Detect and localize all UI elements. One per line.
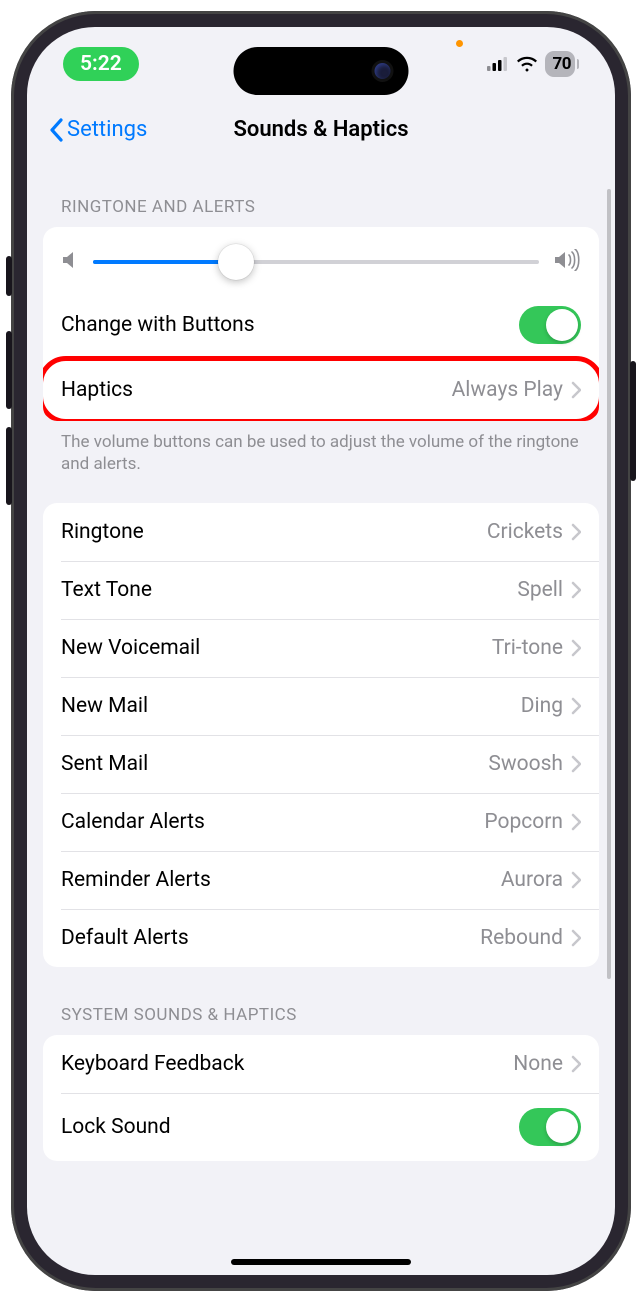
speaker-low-icon bbox=[61, 249, 79, 275]
row-value: Swoosh bbox=[488, 752, 563, 776]
volume-up-button[interactable] bbox=[6, 331, 12, 409]
chevron-right-icon bbox=[571, 813, 581, 831]
row-label: Text Tone bbox=[61, 578, 517, 602]
chevron-right-icon bbox=[571, 697, 581, 715]
row-value: Crickets bbox=[487, 520, 563, 544]
row-label: Lock Sound bbox=[61, 1115, 519, 1139]
phone-frame: 5:22 70 Settings Sounds & H bbox=[11, 11, 631, 1291]
chevron-right-icon bbox=[571, 581, 581, 599]
volume-down-button[interactable] bbox=[6, 427, 12, 505]
row-sent-mail[interactable]: Sent Mail Swoosh bbox=[43, 735, 599, 793]
row-value: Aurora bbox=[501, 868, 563, 892]
row-value: Spell bbox=[517, 578, 563, 602]
page-title: Sounds & Haptics bbox=[27, 117, 615, 142]
row-label: New Mail bbox=[61, 694, 521, 718]
status-time-pill[interactable]: 5:22 bbox=[63, 47, 139, 81]
volume-slider[interactable] bbox=[93, 260, 539, 264]
row-value: Tri-tone bbox=[492, 636, 563, 660]
chevron-right-icon bbox=[571, 1055, 581, 1073]
row-label: Sent Mail bbox=[61, 752, 488, 776]
wifi-icon bbox=[516, 56, 538, 72]
row-value: None bbox=[513, 1052, 563, 1076]
section-footer-note: The volume buttons can be used to adjust… bbox=[43, 421, 599, 475]
screen: 5:22 70 Settings Sounds & H bbox=[27, 27, 615, 1275]
card-system-sounds: Keyboard Feedback None Lock Sound bbox=[43, 1035, 599, 1161]
row-value: Rebound bbox=[480, 926, 563, 950]
battery-indicator: 70 bbox=[545, 51, 575, 77]
cellular-signal-icon bbox=[487, 57, 509, 71]
chevron-right-icon bbox=[571, 381, 581, 399]
mic-indicator-dot bbox=[456, 40, 463, 47]
chevron-right-icon bbox=[571, 929, 581, 947]
nav-bar: Settings Sounds & Haptics bbox=[27, 101, 615, 159]
row-label: Calendar Alerts bbox=[61, 810, 484, 834]
row-label: Default Alerts bbox=[61, 926, 480, 950]
status-right: 70 bbox=[487, 51, 575, 77]
section-header-system: SYSTEM SOUNDS & HAPTICS bbox=[43, 967, 599, 1035]
front-camera bbox=[375, 63, 391, 79]
row-default-alerts[interactable]: Default Alerts Rebound bbox=[43, 909, 599, 967]
highlight-annotation: Haptics Always Play bbox=[43, 356, 599, 421]
row-value: Always Play bbox=[452, 378, 563, 402]
row-value: Popcorn bbox=[484, 810, 563, 834]
chevron-right-icon bbox=[571, 523, 581, 541]
row-label: Haptics bbox=[61, 378, 452, 402]
row-keyboard-feedback[interactable]: Keyboard Feedback None bbox=[43, 1035, 599, 1093]
row-label: Reminder Alerts bbox=[61, 868, 501, 892]
row-reminder-alerts[interactable]: Reminder Alerts Aurora bbox=[43, 851, 599, 909]
row-label: Ringtone bbox=[61, 520, 487, 544]
card-sounds-list: Ringtone Crickets Text Tone Spell New Vo… bbox=[43, 503, 599, 967]
speaker-high-icon bbox=[553, 249, 581, 275]
dynamic-island bbox=[234, 47, 409, 95]
row-haptics[interactable]: Haptics Always Play bbox=[43, 361, 599, 419]
row-calendar-alerts[interactable]: Calendar Alerts Popcorn bbox=[43, 793, 599, 851]
content-scroll[interactable]: RINGTONE AND ALERTS Change with Butt bbox=[27, 159, 615, 1275]
chevron-right-icon bbox=[571, 755, 581, 773]
chevron-right-icon bbox=[571, 639, 581, 657]
row-label: New Voicemail bbox=[61, 636, 492, 660]
row-label: Change with Buttons bbox=[61, 313, 519, 337]
mute-switch[interactable] bbox=[6, 256, 12, 296]
row-label: Keyboard Feedback bbox=[61, 1052, 513, 1076]
card-ringtone-alerts: Change with Buttons Haptics Always Play bbox=[43, 227, 599, 421]
scrollbar[interactable] bbox=[607, 189, 611, 979]
toggle-change-with-buttons[interactable] bbox=[519, 306, 581, 344]
slider-fill bbox=[93, 260, 236, 264]
row-ringtone[interactable]: Ringtone Crickets bbox=[43, 503, 599, 561]
section-header-ringtone: RINGTONE AND ALERTS bbox=[43, 159, 599, 227]
row-new-mail[interactable]: New Mail Ding bbox=[43, 677, 599, 735]
toggle-lock-sound[interactable] bbox=[519, 1108, 581, 1146]
slider-thumb[interactable] bbox=[218, 244, 254, 280]
row-lock-sound[interactable]: Lock Sound bbox=[43, 1093, 599, 1161]
volume-slider-row bbox=[43, 227, 599, 291]
home-indicator[interactable] bbox=[231, 1259, 411, 1265]
row-value: Ding bbox=[521, 694, 563, 718]
row-text-tone[interactable]: Text Tone Spell bbox=[43, 561, 599, 619]
row-new-voicemail[interactable]: New Voicemail Tri-tone bbox=[43, 619, 599, 677]
power-button[interactable] bbox=[630, 361, 636, 481]
row-change-with-buttons[interactable]: Change with Buttons bbox=[43, 291, 599, 359]
chevron-right-icon bbox=[571, 871, 581, 889]
